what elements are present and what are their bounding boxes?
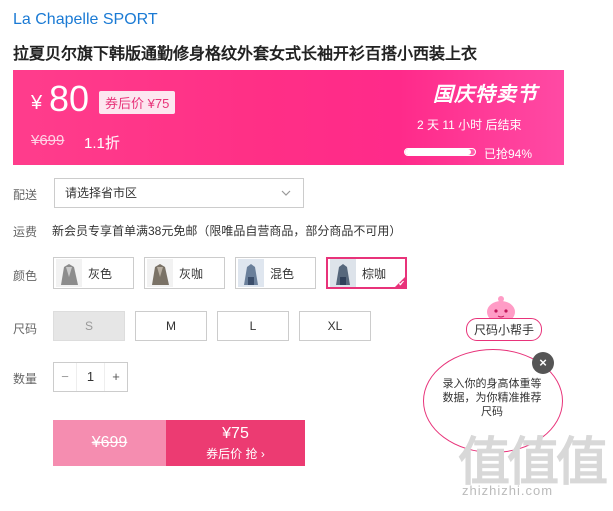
color-option-label: 棕咖 bbox=[362, 266, 387, 281]
product-thumbnail bbox=[56, 259, 82, 287]
check-icon: ✔ bbox=[398, 279, 405, 288]
color-label: 颜色 bbox=[13, 269, 38, 283]
chevron-down-icon bbox=[281, 179, 291, 218]
discount-rate: 1.1折 bbox=[84, 135, 120, 152]
product-thumbnail bbox=[238, 259, 264, 287]
size-helper-text: 录入你的身高体重等数据，为你精准推荐尺码 bbox=[442, 378, 542, 418]
close-icon[interactable]: × bbox=[532, 352, 554, 374]
currency-symbol: ¥ bbox=[31, 92, 43, 114]
size-label: 尺码 bbox=[13, 322, 38, 336]
color-option-gray-brown[interactable]: 灰咖 bbox=[144, 257, 225, 289]
sold-percent-text: 已抢94% bbox=[484, 147, 533, 161]
color-option-mixed[interactable]: 混色 bbox=[235, 257, 316, 289]
shipping-label: 运费 bbox=[13, 225, 38, 239]
promo-banner: ¥ 80 券后价 ¥75 ¥699 1.1折 国庆特卖节 2 天 11 小时 后… bbox=[13, 70, 564, 165]
shipping-info: 新会员专享首单满38元免邮（限唯品自营商品，部分商品不可用） bbox=[52, 224, 402, 238]
color-option-label: 灰色 bbox=[88, 266, 113, 281]
size-option-l[interactable]: L bbox=[217, 311, 289, 341]
buy-original-price[interactable]: ¥699 bbox=[53, 420, 166, 466]
size-helper-tag[interactable]: 尺码小帮手 bbox=[466, 318, 543, 341]
color-option-label: 混色 bbox=[270, 266, 295, 281]
color-option-gray[interactable]: 灰色 bbox=[53, 257, 134, 289]
size-option-m[interactable]: M bbox=[135, 311, 207, 341]
buy-coupon-price: ¥75 bbox=[222, 425, 249, 442]
quantity-label: 数量 bbox=[13, 372, 38, 386]
quantity-minus-button[interactable]: − bbox=[54, 363, 76, 391]
coupon-price-tag: 券后价 ¥75 bbox=[99, 91, 176, 114]
watermark-url: zhizhizhi.com bbox=[462, 483, 554, 498]
sold-progress-fill bbox=[405, 149, 471, 155]
buy-action-label: 券后价 抢 › bbox=[206, 447, 265, 461]
size-option-xl[interactable]: XL bbox=[299, 311, 371, 341]
countdown-timer: 2 天 11 小时 后结束 bbox=[417, 118, 522, 132]
size-option-s[interactable]: S bbox=[53, 311, 125, 341]
quantity-input[interactable]: 1 bbox=[76, 363, 105, 391]
festival-title: 国庆特卖节 bbox=[433, 84, 538, 106]
delivery-placeholder: 请选择省市区 bbox=[65, 186, 138, 200]
buy-now-button[interactable]: ¥75 券后价 抢 › bbox=[166, 420, 305, 466]
delivery-label: 配送 bbox=[13, 188, 38, 202]
color-option-label: 灰咖 bbox=[179, 266, 204, 281]
quantity-plus-button[interactable]: + bbox=[105, 363, 127, 391]
delivery-region-select[interactable]: 请选择省市区 bbox=[54, 178, 304, 208]
original-price: ¥699 bbox=[31, 132, 65, 149]
product-thumbnail bbox=[330, 259, 356, 287]
sold-progress-bar bbox=[404, 148, 476, 156]
color-option-brown-selected[interactable]: 棕咖 ✔ bbox=[326, 257, 407, 289]
quantity-stepper: − 1 + bbox=[53, 362, 128, 392]
sale-price: 80 bbox=[49, 78, 90, 119]
brand-name[interactable]: La Chapelle SPORT bbox=[13, 11, 158, 29]
product-title: 拉夏贝尔旗下韩版通勤修身格纹外套女式长袖开衫百搭小西装上衣 bbox=[13, 46, 478, 63]
product-thumbnail bbox=[147, 259, 173, 287]
